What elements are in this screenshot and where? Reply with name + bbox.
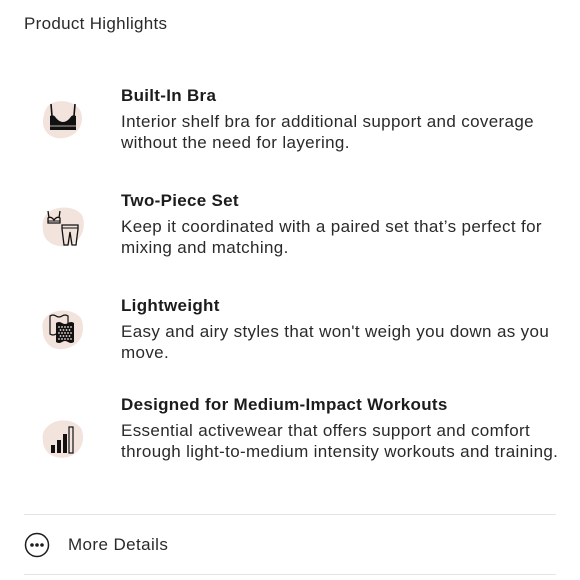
divider (24, 514, 556, 515)
feature-title: Built-In Bra (121, 86, 217, 105)
feature-title: Two-Piece Set (121, 191, 239, 210)
divider (24, 574, 556, 575)
two-piece-set-icon (40, 203, 86, 249)
feature-title: Lightweight (121, 296, 220, 315)
lightweight-fabric-icon (40, 306, 86, 352)
sports-bra-icon (40, 96, 86, 142)
feature-description: Interior shelf bra for additional suppor… (121, 112, 534, 152)
more-dots-icon (24, 532, 50, 558)
more-details-label: More Details (68, 535, 169, 554)
feature-description: Keep it coordinated with a paired set th… (121, 217, 542, 257)
feature-title: Designed for Medium-Impact Workouts (121, 395, 448, 414)
feature-description: Essential activewear that offers support… (121, 421, 559, 461)
section-title: Product Highlights (24, 14, 168, 33)
impact-level-bars-icon (40, 415, 86, 461)
feature-description: Easy and airy styles that won't weigh yo… (121, 322, 550, 362)
more-details-button[interactable]: More Details (24, 530, 324, 560)
